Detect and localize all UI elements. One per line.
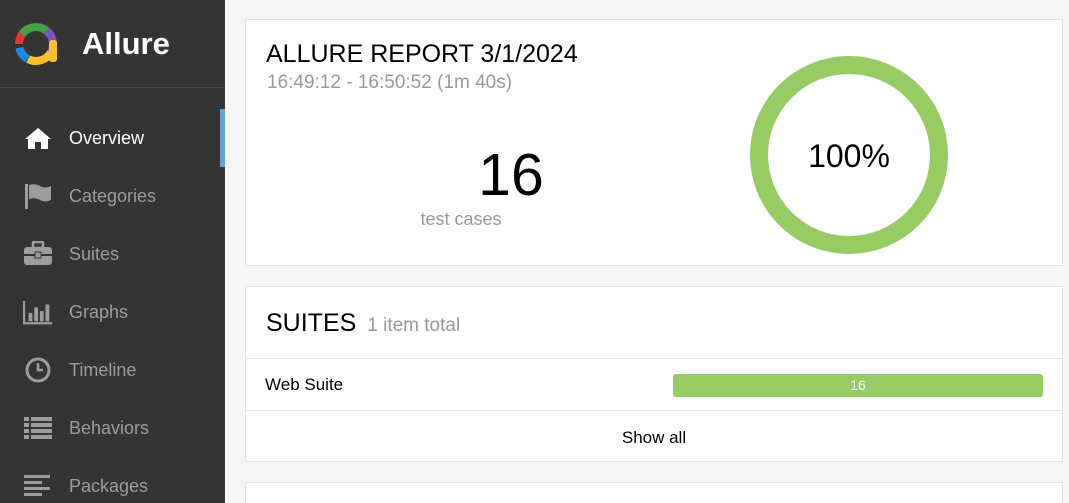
success-rate-label: 100% — [808, 138, 890, 174]
clock-icon — [23, 357, 53, 383]
suite-row[interactable]: Web Suite 16 — [246, 358, 1062, 410]
suites-widget: SUITES 1 item total Web Suite 16 Show al… — [245, 286, 1063, 462]
suites-total: 1 item total — [367, 315, 461, 336]
nav-label: Timeline — [69, 360, 137, 380]
nav-label: Graphs — [69, 302, 129, 322]
suites-title: SUITES — [266, 309, 357, 337]
nav-label: Overview — [69, 128, 145, 148]
nav-categories[interactable]: Categories — [0, 167, 225, 225]
nav-graphs[interactable]: Graphs — [0, 283, 225, 341]
test-count-label: test cases — [420, 209, 502, 229]
brand-header: Allure — [0, 0, 225, 88]
success-rate-donut[interactable]: 100% — [749, 55, 949, 255]
nav-suites[interactable]: Suites — [0, 225, 225, 283]
show-all-link[interactable]: Show all — [246, 428, 1062, 448]
align-left-icon — [23, 473, 53, 499]
sidebar: Allure Overview Categories Suites Graphs… — [0, 0, 225, 503]
nav-behaviors[interactable]: Behaviors — [0, 399, 225, 457]
suite-name: Web Suite — [265, 375, 344, 394]
nav-overview[interactable]: Overview — [0, 109, 225, 167]
show-all-row: Show all — [246, 410, 1062, 462]
test-count: 16 — [478, 142, 544, 208]
nav-label: Behaviors — [69, 418, 150, 438]
report-title: ALLURE REPORT 3/1/2024 — [266, 40, 578, 68]
brand-name: Allure — [82, 26, 170, 61]
next-widget — [245, 482, 1063, 503]
nav-label: Categories — [69, 186, 157, 206]
allure-logo-icon — [14, 23, 57, 65]
nav-label: Packages — [69, 476, 149, 496]
bar-chart-icon — [23, 299, 53, 325]
list-icon — [23, 415, 53, 441]
nav-packages[interactable]: Packages — [0, 457, 225, 503]
report-time-range: 16:49:12 - 16:50:52 (1m 40s) — [267, 72, 513, 93]
flag-icon — [23, 183, 53, 209]
briefcase-icon — [23, 241, 53, 267]
home-icon — [23, 125, 53, 151]
suites-header: SUITES 1 item total — [266, 309, 460, 338]
nav-timeline[interactable]: Timeline — [0, 341, 225, 399]
suite-passed-bar: 16 — [673, 374, 1043, 397]
summary-widget: ALLURE REPORT 3/1/2024 16:49:12 - 16:50:… — [245, 19, 1063, 266]
nav-label: Suites — [69, 244, 120, 264]
